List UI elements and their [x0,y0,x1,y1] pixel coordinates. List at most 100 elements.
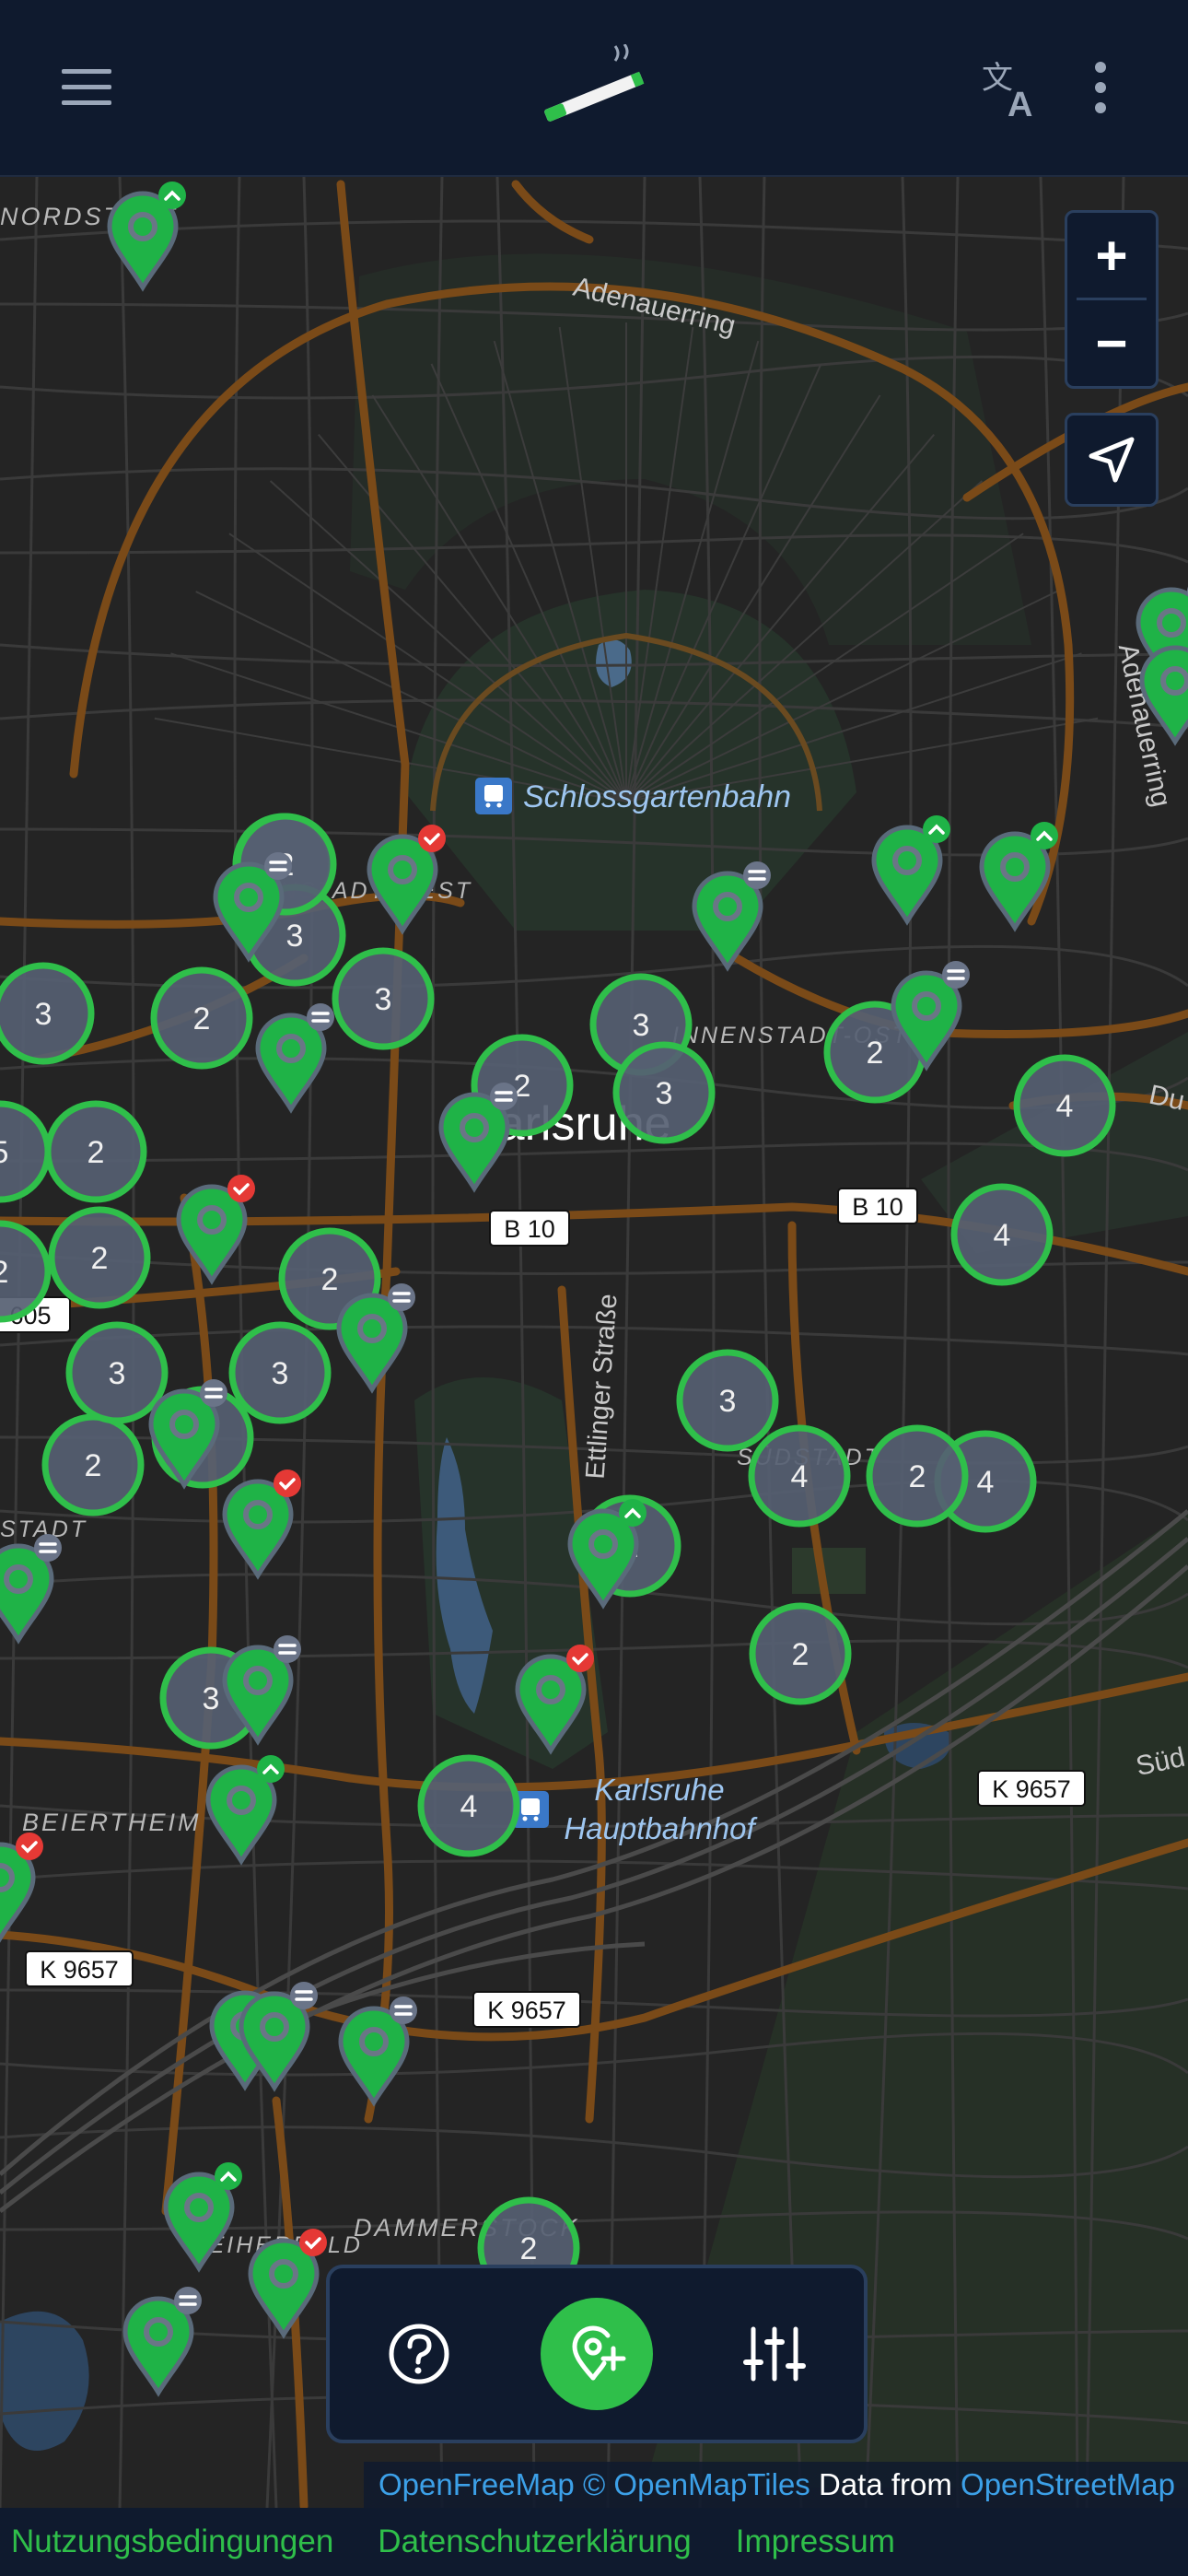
navigation-arrow-icon [1089,437,1135,483]
cluster-marker[interactable]: 4 [1013,1054,1116,1157]
road-shield-b10: B 10 [837,1188,918,1224]
filter-button[interactable] [718,2298,831,2410]
privacy-link[interactable]: Datenschutzerklärung [378,2523,691,2559]
equal-badge [174,2287,202,2314]
poi-label-hauptbahnhof-1: Karlsruhe [594,1773,724,1807]
cluster-marker[interactable]: 3 [65,1321,169,1424]
cluster-count: 3 [35,997,52,1032]
cluster-count: 4 [460,1789,478,1824]
up-chevron-badge [257,1755,285,1783]
equal-badge [290,1982,318,2009]
cluster-marker[interactable]: 2 [41,1413,145,1516]
cluster-count: 2 [520,2231,538,2266]
cluster-count: 2 [193,1001,211,1036]
action-bar [326,2265,868,2443]
svg-text:A: A [1007,86,1032,120]
cluster-marker[interactable]: 3 [0,962,95,1065]
cluster-count: 3 [719,1384,737,1419]
equal-badge [34,1534,62,1562]
footer-links: Nutzungsbedingungen Datenschutzerklärung I… [0,2508,1188,2576]
road-shield-k9657: K 9657 [977,1770,1086,1807]
cluster-marker[interactable]: 3 [676,1349,779,1452]
cluster-count: 2 [0,1255,8,1290]
cluster-count: 2 [909,1459,926,1494]
svg-text:B 10: B 10 [504,1215,555,1243]
poi-label-schlossgartenbahn: Schlossgartenbahn [523,779,791,814]
help-button[interactable] [363,2298,475,2410]
check-badge [227,1175,255,1202]
zoom-out-button[interactable]: − [1067,300,1156,385]
map-view[interactable]: NORDSTADT INNENSTADT-WEST INNENSTADT-OST… [0,177,1188,2508]
up-chevron-badge [923,815,950,843]
cluster-marker[interactable]: 2 [44,1100,147,1203]
up-chevron-badge [158,181,186,209]
add-location-icon [572,2325,626,2381]
cluster-count: 3 [286,919,304,954]
cluster-marker[interactable]: 2 [749,1602,852,1705]
place-label-beiertheim: BEIERTHEIM [22,1809,202,1836]
attribution-text: Data from [818,2467,952,2501]
cluster-marker[interactable]: 3 [332,947,435,1050]
cluster-count: 3 [203,1681,220,1716]
cluster-marker[interactable]: 2 [48,1206,151,1309]
map-canvas[interactable]: NORDSTADT INNENSTADT-WEST INNENSTADT-OST… [0,177,1188,2508]
locate-button[interactable] [1065,413,1159,507]
cluster-marker[interactable]: 3 [612,1041,716,1144]
terms-link[interactable]: Nutzungsbedingungen [11,2523,333,2559]
cluster-count: 2 [91,1241,109,1276]
cluster-marker[interactable]: 4 [748,1424,851,1528]
cluster-count: 3 [375,982,392,1017]
equal-badge [274,1635,301,1663]
cigarette-logo-icon [534,43,654,136]
openstreetmap-link[interactable]: OpenStreetMap [961,2467,1175,2501]
check-badge [274,1469,301,1497]
equal-badge [390,1996,417,2024]
svg-text:K 9657: K 9657 [487,1996,566,2024]
cluster-count: 2 [792,1637,809,1672]
cluster-count: 3 [633,1008,650,1043]
zoom-in-button[interactable]: + [1067,213,1156,298]
check-badge [299,2229,327,2256]
more-vertical-icon[interactable] [1059,46,1142,129]
road-shield-k9657: K 9657 [25,1950,134,1987]
cluster-count: 2 [85,1448,102,1483]
check-badge [418,825,446,852]
translate-icon[interactable]: 文 A [971,46,1054,129]
cluster-marker[interactable]: 2 [150,966,253,1070]
up-chevron-badge [215,2162,242,2190]
up-chevron-badge [1031,822,1058,849]
add-location-button[interactable] [541,2298,653,2410]
map-attribution: OpenFreeMap © OpenMapTiles Data from Ope… [364,2462,1188,2508]
cluster-marker[interactable]: 3 [228,1321,332,1424]
menu-icon[interactable] [46,46,129,129]
road-shield-k9657: K 9657 [472,1991,581,2028]
cluster-count: 4 [977,1465,995,1500]
up-chevron-badge [619,1499,646,1527]
cluster-count: 4 [1056,1089,1074,1124]
train-station-icon [475,778,512,814]
cluster-marker[interactable]: 2 [866,1424,969,1528]
top-app-bar: 文 A [0,0,1188,177]
cluster-count: 2 [321,1262,339,1297]
equal-badge [743,861,771,889]
check-badge [566,1645,594,1672]
equal-badge [264,852,292,880]
openfreemap-link[interactable]: OpenFreeMap [379,2467,575,2501]
cluster-count: 4 [994,1218,1011,1253]
cluster-marker[interactable]: 4 [950,1183,1054,1286]
equal-badge [200,1379,227,1407]
openmaptiles-link[interactable]: © OpenMapTiles [583,2467,810,2501]
equal-badge [388,1283,415,1311]
cluster-count: 2 [87,1135,105,1170]
road-shield-b10: B 10 [489,1210,570,1247]
cluster-count: 3 [109,1356,126,1391]
cluster-count: 5 [0,1135,8,1170]
equal-badge [490,1083,518,1110]
imprint-link[interactable]: Impressum [736,2523,895,2559]
filter-sliders-icon [743,2326,806,2382]
poi-label-hauptbahnhof-2: Hauptbahnhof [564,1811,758,1845]
equal-badge [942,961,970,989]
cluster-marker[interactable]: 4 [417,1754,520,1857]
svg-text:K 9657: K 9657 [992,1775,1071,1803]
cluster-count: 3 [272,1356,289,1391]
